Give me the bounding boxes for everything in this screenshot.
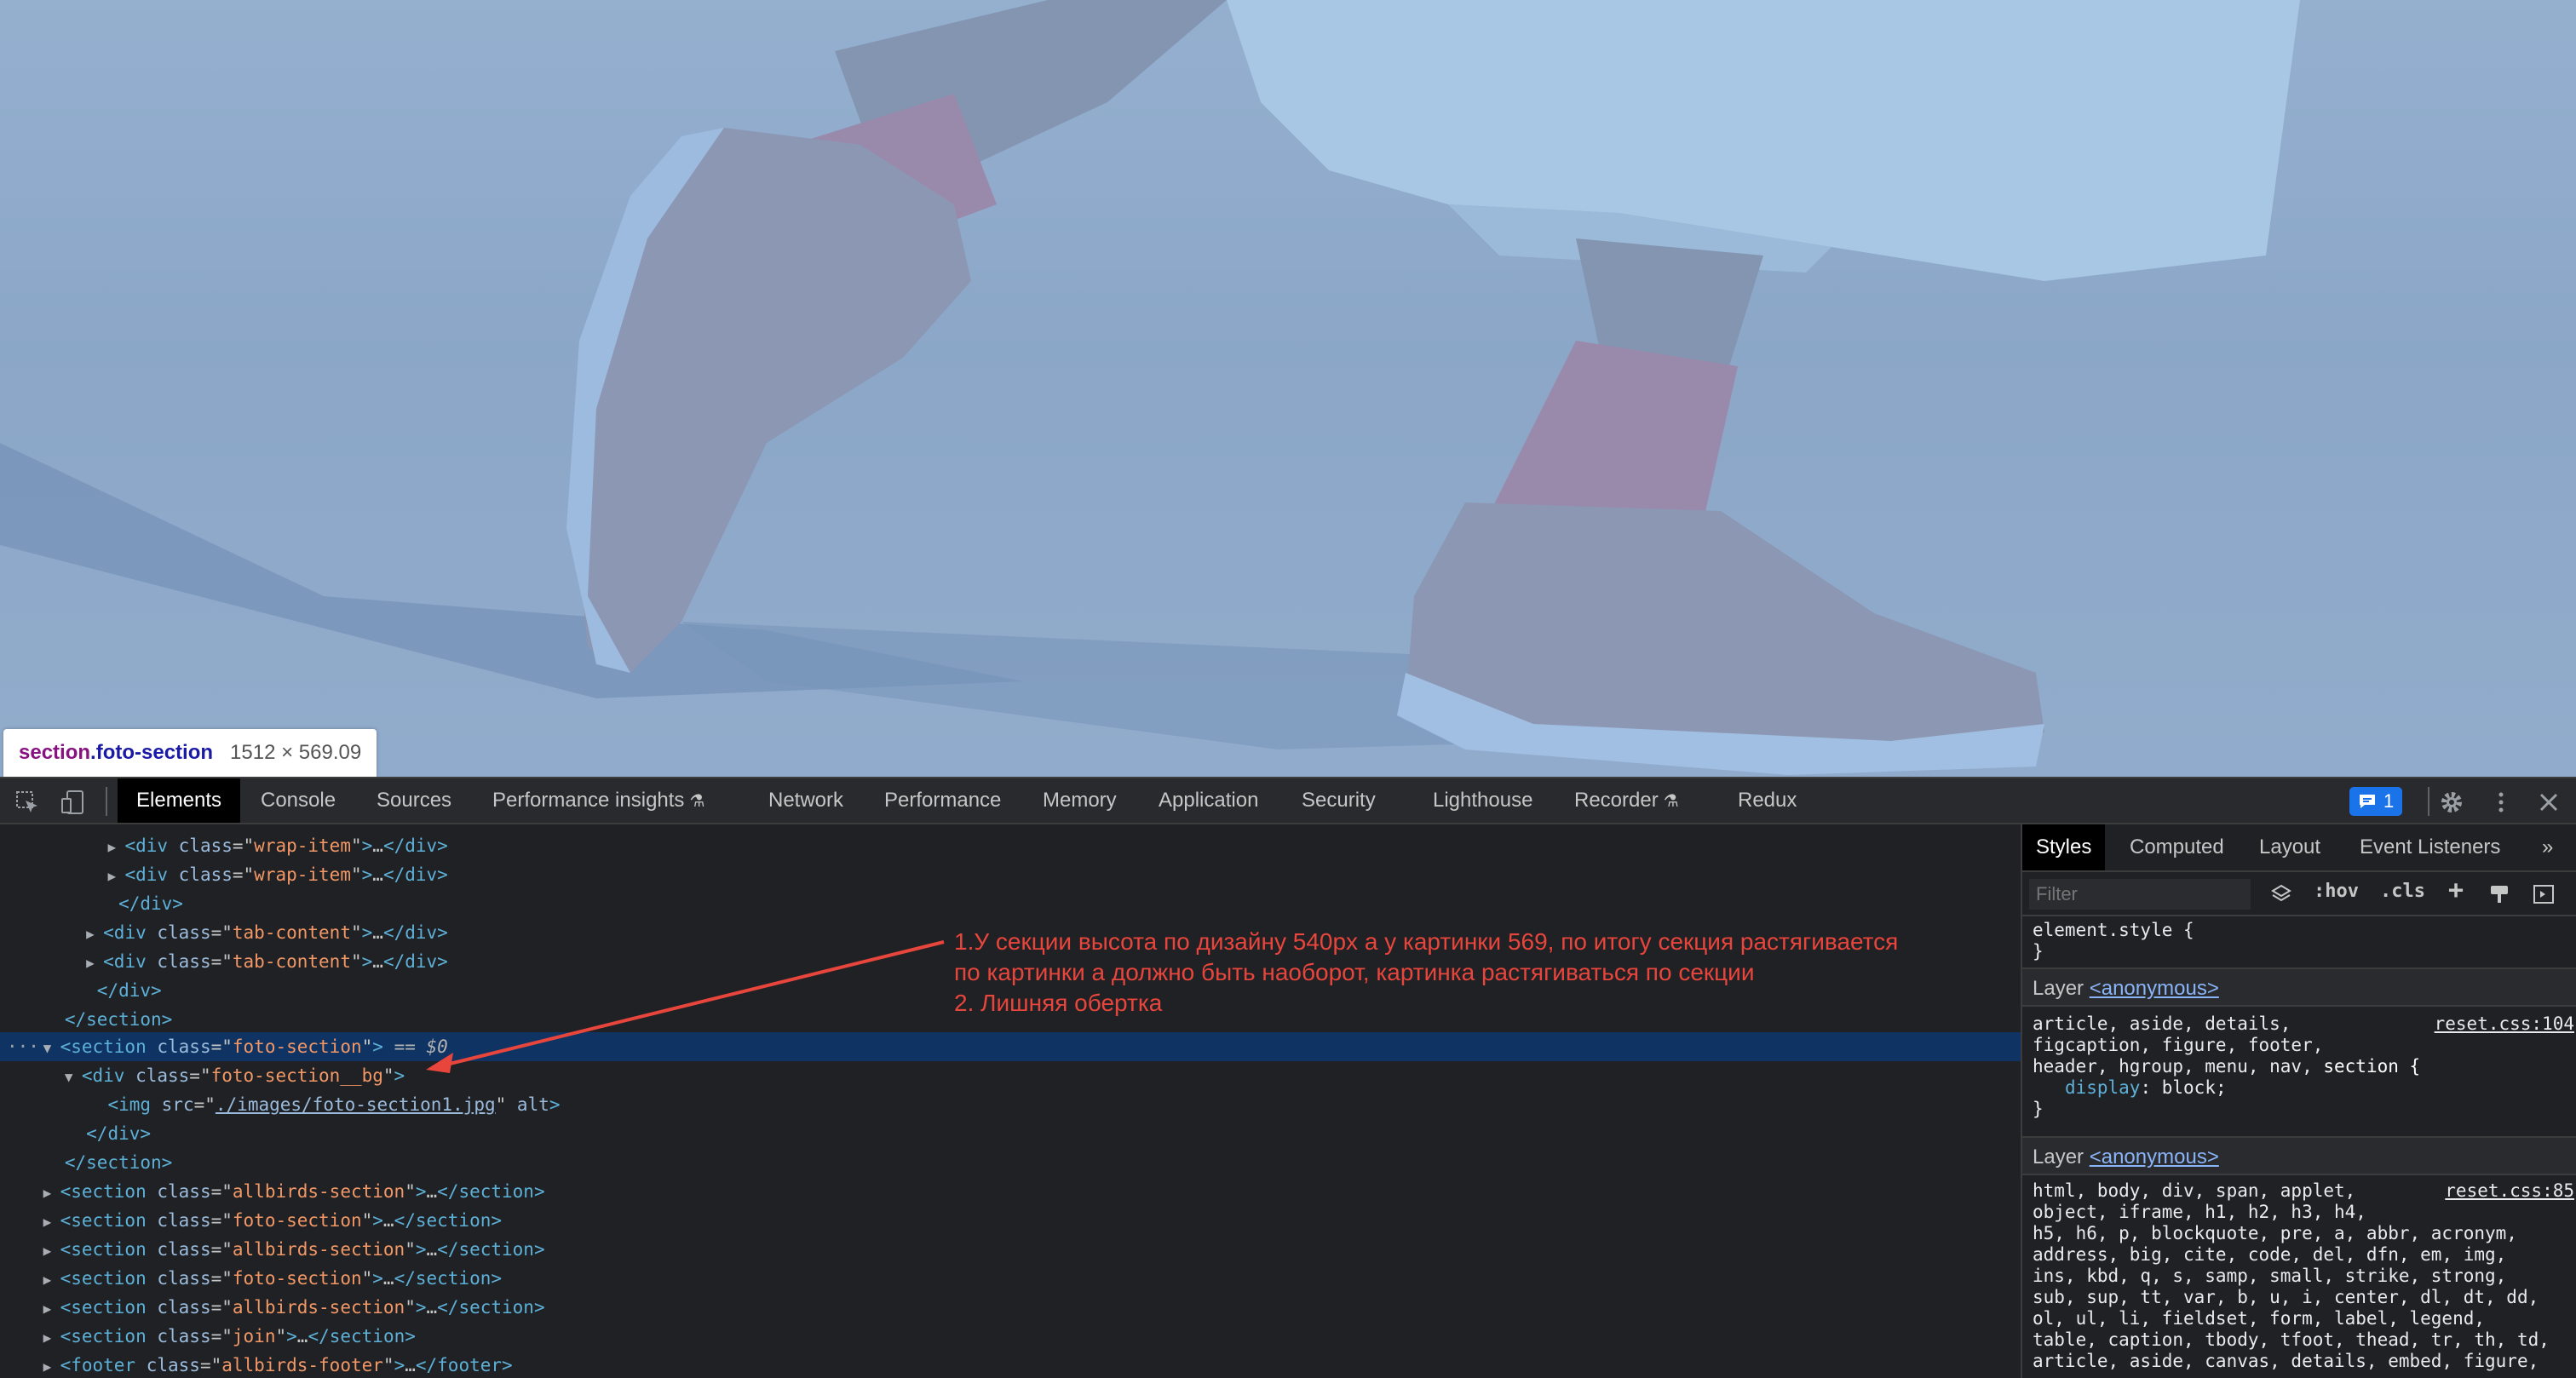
styles-filter-input[interactable]: [2029, 879, 2251, 910]
toggle-sidebar-icon[interactable]: [2532, 882, 2556, 906]
tab-elements[interactable]: Elements: [118, 778, 241, 823]
layer-label: Layer: [2033, 1145, 2084, 1168]
rule-close: }: [2033, 941, 2044, 962]
css-rule-reset-85[interactable]: reset.css:85 html, body, div, span, appl…: [2022, 1180, 2576, 1372]
flask-icon: ⚗: [1663, 792, 1679, 811]
annotation-line: 1.У секции высота по дизайну 540px а у к…: [954, 928, 1899, 955]
layer-link[interactable]: <anonymous>: [2090, 977, 2219, 1000]
more-vert-icon[interactable]: [2487, 789, 2515, 816]
rule-selector: ins, kbd, q, s, samp, small, strike, str…: [2033, 1266, 2507, 1286]
page-viewport: section.foto-section 1512 × 569.09: [0, 0, 2576, 777]
tab-label: Network: [768, 789, 844, 812]
paint-icon[interactable]: [2487, 882, 2511, 906]
rule-selector: element.style {: [2033, 920, 2194, 940]
tab-label: Recorder: [1574, 789, 1659, 812]
tooltip-size: 1512 × 569.09: [230, 741, 362, 764]
devtools-tabbar: Elements Console Sources Performance ins…: [0, 777, 2576, 824]
review-annotation: 1.У секции высота по дизайну 540px а у к…: [954, 927, 1898, 1019]
tab-label: Application: [1159, 789, 1259, 812]
tab-label: Memory: [1043, 789, 1117, 812]
annotation-arrow: [426, 940, 945, 1073]
tab-styles[interactable]: Styles: [2022, 824, 2106, 870]
rule-declaration[interactable]: display: block;: [2022, 1077, 2576, 1099]
layer-label: Layer: [2033, 977, 2084, 1000]
tab-label: Redux: [1738, 789, 1797, 812]
rule-selector-line: header, hgroup, menu, nav, section {: [2022, 1056, 2576, 1077]
rule-selector: article, aside, canvas, details, embed, …: [2033, 1351, 2539, 1371]
annotation-line: по картинки а должно быть наоборот, карт…: [954, 959, 1755, 985]
tab-performance-insights[interactable]: Performance insights ⚗: [474, 778, 723, 823]
tab-label: Performance insights: [492, 789, 685, 812]
tab-recorder[interactable]: Recorder ⚗: [1555, 778, 1698, 823]
tab-label: Lighthouse: [1433, 789, 1533, 812]
tab-label: Elements: [136, 789, 222, 812]
inspect-icon[interactable]: [14, 789, 41, 816]
rule-selector: object, iframe, h1, h2, h3, h4,: [2033, 1202, 2366, 1222]
tab-network[interactable]: Network: [750, 778, 862, 823]
tab-label: Styles: [2036, 835, 2092, 858]
flask-icon: ⚗: [689, 792, 705, 811]
device-toggle-icon[interactable]: [60, 789, 87, 816]
cls-toggle[interactable]: .cls: [2380, 881, 2425, 902]
issues-count: 1: [2383, 790, 2395, 812]
tab-lighthouse[interactable]: Lighthouse: [1414, 778, 1551, 823]
tab-security[interactable]: Security: [1283, 778, 1394, 823]
rule-source-link[interactable]: reset.css:104: [2435, 1013, 2574, 1034]
rule-selector: address, big, cite, code, del, dfn, em, …: [2033, 1244, 2507, 1265]
tab-sources[interactable]: Sources: [358, 778, 470, 823]
tab-layout[interactable]: Layout: [2245, 824, 2334, 870]
elements-tree: ▶ <div class="wrap-item">…</div> ▶ <div cl…: [0, 824, 2021, 1378]
layer-header: Layer <anonymous>: [2022, 967, 2576, 1007]
tab-console[interactable]: Console: [242, 778, 354, 823]
rule-selector-match: section {: [2323, 1056, 2421, 1077]
gear-icon[interactable]: [2438, 789, 2465, 816]
styles-tabbar: Styles Computed Layout Event Listeners »: [2022, 824, 2576, 872]
tab-label: Sources: [377, 789, 452, 812]
tab-label: Security: [1302, 789, 1376, 812]
tab-redux[interactable]: Redux: [1719, 778, 1815, 823]
css-property: display: [2064, 1077, 2141, 1098]
tab-label: Layout: [2259, 835, 2321, 858]
tooltip-class: .foto-section: [90, 741, 214, 764]
add-rule-icon[interactable]: +: [2448, 876, 2464, 905]
rule-selector: figcaption, figure, footer,: [2033, 1035, 2324, 1055]
rule-selector: sub, sup, tt, var, b, u, i, center, dl, …: [2033, 1287, 2539, 1307]
tab-application[interactable]: Application: [1140, 778, 1277, 823]
rule-selector: h5, h6, p, blockquote, pre, a, abbr, acr…: [2033, 1223, 2517, 1243]
tab-label: Performance: [884, 789, 1002, 812]
layers-icon[interactable]: [2269, 882, 2293, 906]
css-rule-reset-104[interactable]: reset.css:104 article, aside, details, f…: [2022, 1013, 2576, 1120]
styles-pane: Styles Computed Layout Event Listeners »…: [2021, 824, 2576, 1378]
issues-icon: [2360, 795, 2375, 808]
layer-link[interactable]: <anonymous>: [2090, 1145, 2219, 1168]
annotation-line: 2. Лишняя обертка: [954, 990, 1163, 1016]
toolbar-divider: [106, 787, 107, 816]
rule-close: }: [2033, 1099, 2044, 1119]
tab-event-listeners[interactable]: Event Listeners: [2346, 824, 2514, 870]
styles-filter-bar: :hov .cls +: [2022, 874, 2576, 916]
tab-memory[interactable]: Memory: [1024, 778, 1136, 823]
rule-selector: header, hgroup, menu, nav,: [2033, 1056, 2324, 1077]
tab-label: Event Listeners: [2360, 835, 2501, 858]
issues-badge[interactable]: 1: [2349, 787, 2403, 816]
element-inspect-tooltip: section.foto-section 1512 × 569.09: [3, 729, 377, 777]
tab-label: Computed: [2130, 835, 2224, 858]
layer-header: Layer <anonymous>: [2022, 1136, 2576, 1175]
rule-selector: ol, ul, li, fieldset, form, label, legen…: [2033, 1308, 2486, 1329]
hov-toggle[interactable]: :hov: [2314, 881, 2359, 902]
element-style-rule[interactable]: element.style { }: [2022, 920, 2576, 962]
close-icon[interactable]: [2535, 789, 2562, 816]
toolbar-divider: [2428, 787, 2429, 816]
css-value: block;: [2161, 1077, 2227, 1098]
more-tabs-icon[interactable]: »: [2528, 824, 2567, 870]
tab-computed[interactable]: Computed: [2116, 824, 2238, 870]
sneakers-photo: [0, 0, 2300, 775]
devtools-panel: Elements Console Sources Performance ins…: [0, 777, 2576, 1378]
tooltip-tag: section: [19, 741, 91, 764]
tab-performance[interactable]: Performance: [865, 778, 1020, 823]
tab-label: Console: [261, 789, 336, 812]
rule-selector: table, caption, tbody, tfoot, thead, tr,…: [2033, 1329, 2550, 1350]
rule-source-link[interactable]: reset.css:85: [2445, 1180, 2574, 1201]
